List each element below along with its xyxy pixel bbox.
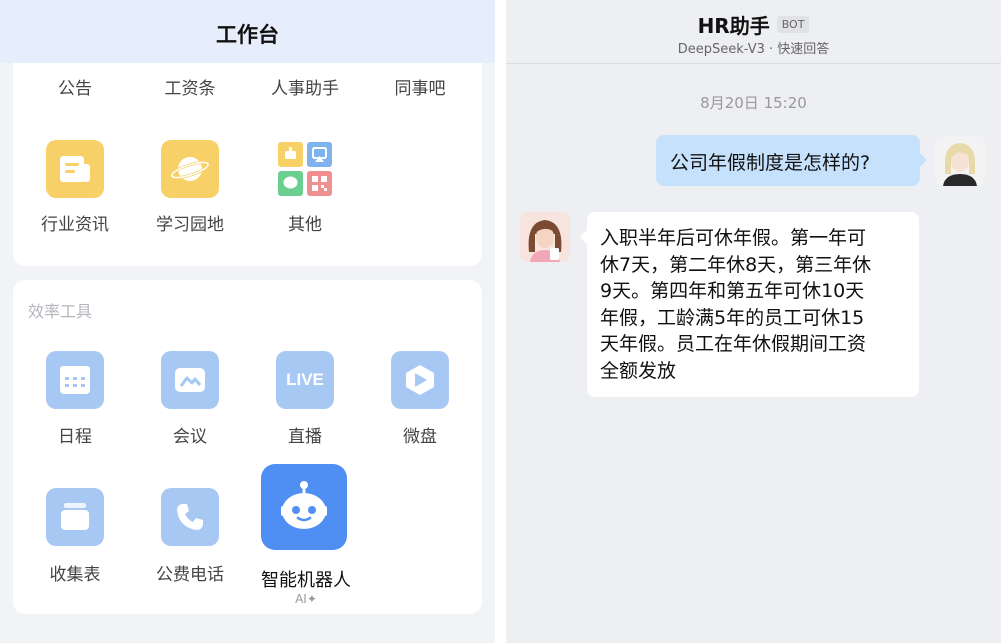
efficiency-tools-card: 效率工具 日程 会议 LIVE 直播 微盘 收集表 公费电话 智能机器人 AI✦ [13,280,482,614]
app-other[interactable]: 其他 [247,210,363,235]
document-icon[interactable] [46,140,104,198]
workbench-header: 工作台 [0,0,495,63]
form-icon[interactable] [46,488,104,546]
live-icon[interactable]: LIVE [276,351,334,409]
tool-form[interactable]: 收集表 [17,560,133,585]
tool-live[interactable]: 直播 [247,422,363,447]
smart-robot-label[interactable]: 智能机器人 [251,566,361,592]
phone-icon[interactable] [161,488,219,546]
apps-card: 公告 工资条 人事助手 同事吧 行业资讯 学习园地 其他 [13,63,482,266]
bot-message-line: 休7天，第二年休8天，第三年休 [600,253,872,276]
app-announcement[interactable]: 公告 [17,74,133,99]
chat-subtitle: DeepSeek-V3 · 快速回答 [677,42,830,57]
app-payslip[interactable]: 工资条 [132,74,248,99]
bot-avatar[interactable] [520,212,570,262]
meeting-icon[interactable] [161,351,219,409]
chat-panel: HR助手 BOT DeepSeek-V3 · 快速回答 8月20日 15:20 … [506,0,1001,643]
bot-message-bubble: 入职半年后可休年假。第一年可 休7天，第二年休8天，第三年休 9天。第四年和第五… [580,212,919,397]
bot-badge: BOT [776,16,810,33]
cloud-drive-icon[interactable] [391,351,449,409]
section-title: 效率工具 [28,302,93,321]
tool-drive[interactable]: 微盘 [362,422,478,447]
tool-schedule[interactable]: 日程 [17,422,133,447]
workbench-panel: 工作台 公告 工资条 人事助手 同事吧 行业资讯 学习园地 其他 效率工具 日程… [0,0,495,643]
bot-message-line: 天年假。员工在年休假期间工资 [600,333,867,355]
chat-header: HR助手 BOT DeepSeek-V3 · 快速回答 [506,0,1001,64]
bot-message-line: 9天。第四年和第五年可休10天 [600,280,865,302]
chat-title: HR助手 [697,14,770,38]
user-message-bubble: 公司年假制度是怎样的? [656,135,927,186]
app-industry-news[interactable]: 行业资讯 [17,210,133,235]
bot-message-line: 全额发放 [600,359,677,382]
message-timestamp: 8月20日 15:20 [700,94,807,112]
apps-grid-icon[interactable] [276,140,334,198]
tool-meeting[interactable]: 会议 [132,422,248,447]
calendar-icon[interactable] [46,351,104,409]
ai-badge: AI✦ [295,592,317,606]
tool-phone[interactable]: 公费电话 [132,560,248,585]
bot-message-line: 年假，工龄满5年的员工可休15 [600,306,865,329]
workbench-title: 工作台 [216,23,279,47]
planet-icon[interactable] [161,140,219,198]
user-avatar[interactable] [935,136,985,186]
robot-icon[interactable] [261,464,347,550]
app-hr-assistant[interactable]: 人事助手 [247,74,363,99]
panel-divider [495,0,506,643]
bot-message-line: 入职半年后可休年假。第一年可 [600,227,867,249]
app-learning[interactable]: 学习园地 [132,210,248,235]
app-colleague-bar[interactable]: 同事吧 [362,74,478,99]
